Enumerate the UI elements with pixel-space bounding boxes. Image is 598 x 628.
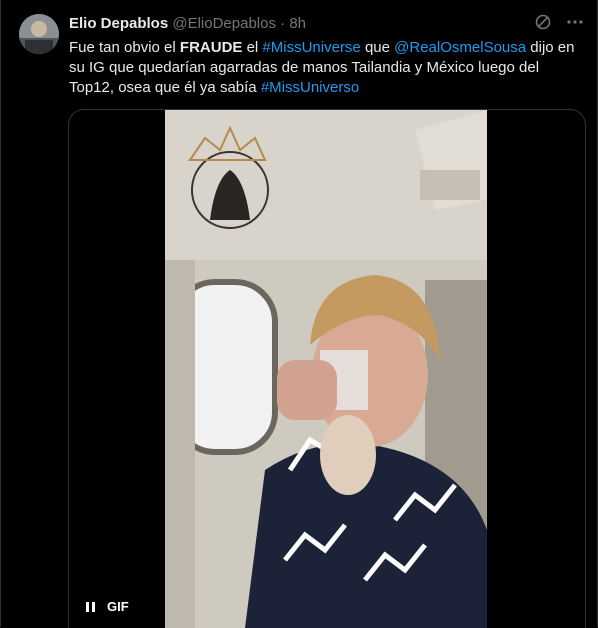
tweet-text: Fue tan obvio el FRAUDE el #MissUniverse… (69, 38, 579, 98)
gif-media[interactable]: GIF (68, 109, 586, 628)
pause-icon[interactable] (83, 600, 97, 614)
author-handle[interactable]: @ElioDepablos (172, 15, 276, 32)
gif-badge: GIF (107, 599, 129, 614)
tweet[interactable]: Elio Depablos @ElioDepablos · 8h Fue tan… (0, 0, 598, 628)
avatar[interactable] (19, 14, 59, 54)
text-part: que (360, 39, 395, 56)
timestamp[interactable]: 8h (289, 15, 306, 32)
hashtag-link[interactable]: #MissUniverso (261, 79, 359, 96)
text-part: Fue tan obvio el (69, 39, 180, 56)
more-icon[interactable] (565, 12, 585, 32)
grok-icon[interactable] (533, 12, 553, 32)
author-name[interactable]: Elio Depablos (69, 15, 168, 32)
media-controls: GIF (83, 599, 129, 614)
hashtag-link[interactable]: #MissUniverse (262, 39, 360, 56)
header-actions (533, 12, 585, 32)
text-part: el (242, 39, 263, 56)
separator: · (280, 15, 286, 32)
text-bold: FRAUDE (179, 39, 243, 56)
gif-frame (165, 110, 487, 628)
tweet-header: Elio Depablos @ElioDepablos · 8h (69, 14, 585, 34)
mention-link[interactable]: @RealOsmelSousa (394, 39, 526, 56)
